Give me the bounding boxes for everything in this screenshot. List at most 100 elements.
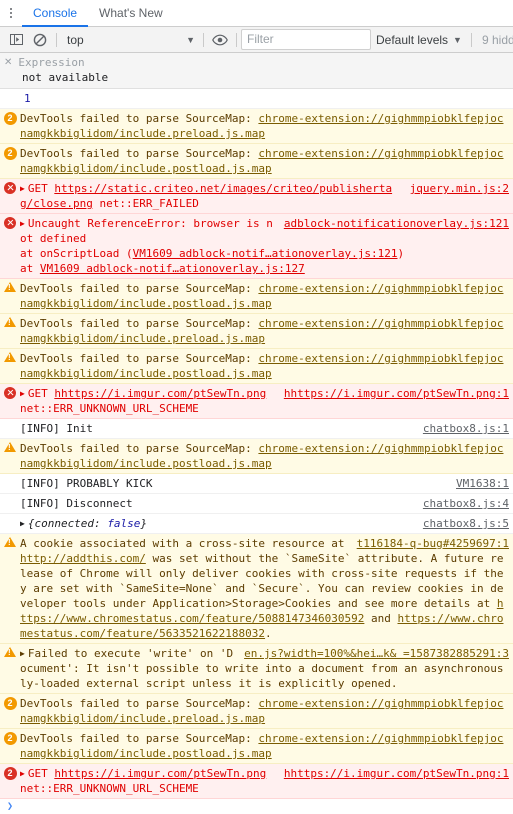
eager-eval-text: not available bbox=[22, 71, 109, 84]
message-body: adblock-notificationoverlay.js:121 ▶ Uncau… bbox=[20, 216, 513, 276]
devtools-tabstrip: Console What's New bbox=[0, 0, 513, 27]
object-value: false bbox=[107, 517, 141, 530]
execution-context-selector[interactable]: top ▼ bbox=[61, 30, 199, 50]
message-text: DevTools failed to parse SourceMap: bbox=[20, 697, 259, 710]
message-icon-gutter: 2 bbox=[0, 766, 20, 780]
message-text: DevTools failed to parse SourceMap: bbox=[20, 352, 259, 365]
console-message: adblock-notificationoverlay.js:121 ▶ Uncau… bbox=[0, 214, 513, 279]
expand-arrow-icon[interactable]: ▶ bbox=[20, 646, 25, 661]
console-message: jquery.min.js:2 ▶ GET https://static.crite… bbox=[0, 179, 513, 214]
object-preview[interactable]: {connected: false} bbox=[28, 517, 147, 530]
message-icon-gutter bbox=[0, 476, 20, 477]
message-icon-gutter bbox=[0, 646, 20, 657]
message-icon-gutter: 2 bbox=[0, 696, 20, 710]
console-sidebar-icon[interactable] bbox=[4, 29, 28, 51]
console-message: chatbox8.js:4 [INFO] Disconnect bbox=[0, 494, 513, 514]
log-levels-dropdown[interactable]: Default levels ▼ bbox=[371, 30, 467, 50]
message-source-anchor[interactable]: chatbox8.js:1 bbox=[423, 421, 509, 436]
warning-triangle-icon bbox=[4, 647, 16, 657]
tab-whats-new[interactable]: What's New bbox=[88, 0, 174, 26]
message-body: DevTools failed to parse SourceMap: chro… bbox=[20, 281, 513, 311]
warning-count-badge: 2 bbox=[3, 732, 17, 745]
message-icon-gutter bbox=[0, 316, 20, 327]
toolbar-divider-3 bbox=[236, 32, 237, 47]
console-message: DevTools failed to parse SourceMap: chro… bbox=[0, 439, 513, 474]
message-icon-gutter bbox=[0, 496, 20, 497]
live-expression-eye-icon[interactable] bbox=[208, 29, 232, 51]
message-text: . bbox=[265, 627, 272, 640]
message-body: hhttps://i.imgur.com/ptSewTn.png:1 ▶ GET h… bbox=[20, 766, 513, 796]
warning-count-badge: 2 bbox=[3, 112, 17, 125]
console-message: DevTools failed to parse SourceMap: chro… bbox=[0, 349, 513, 384]
message-url-link[interactable]: hhttps://i.imgur.com/ptSewTn.png bbox=[54, 387, 266, 400]
message-source-anchor[interactable]: VM1638:1 bbox=[456, 476, 509, 491]
console-message: VM1638:1 [INFO] PROBABLY KICK bbox=[0, 474, 513, 494]
console-message: en.js?width=100%&hei…k& =1587382885291:3… bbox=[0, 644, 513, 694]
message-icon-gutter bbox=[0, 351, 20, 362]
console-message: 2 DevTools failed to parse SourceMap: chr… bbox=[0, 729, 513, 764]
console-message: 2 DevTools failed to parse SourceMap: chr… bbox=[0, 144, 513, 179]
console-message-list: 2 DevTools failed to parse SourceMap: chr… bbox=[0, 109, 513, 799]
message-url-link[interactable]: https://static.criteo.net/images/criteo/… bbox=[20, 182, 392, 210]
stack-frame-link[interactable]: VM1609 adblock-notif…ationoverlay.js:121 bbox=[133, 247, 398, 260]
console-toolbar: top ▼ Default levels ▼ 9 hidden bbox=[0, 27, 513, 53]
message-source-anchor[interactable]: hhttps://i.imgur.com/ptSewTn.png:1 bbox=[284, 766, 509, 781]
expand-arrow-icon[interactable]: ▶ bbox=[20, 516, 25, 531]
message-source-anchor[interactable]: jquery.min.js:2 bbox=[410, 181, 509, 196]
stack-frame-text: at bbox=[20, 262, 40, 275]
stack-frame-text: at onScriptLoad ( bbox=[20, 247, 133, 260]
toolbar-divider-2 bbox=[203, 32, 204, 47]
warning-triangle-icon bbox=[4, 537, 16, 547]
console-prompt-row[interactable]: ❯ bbox=[0, 799, 513, 814]
eager-eval-header: ✕ Expression bbox=[0, 55, 513, 70]
message-source-anchor[interactable]: en.js?width=100%&hei…k& =1587382885291:3 bbox=[244, 646, 509, 661]
message-icon-gutter bbox=[0, 181, 20, 194]
message-icon-gutter: 2 bbox=[0, 146, 20, 160]
message-text: net::ERR_UNKNOWN_URL_SCHEME bbox=[20, 782, 199, 795]
message-icon-gutter bbox=[0, 441, 20, 452]
expand-arrow-icon[interactable]: ▶ bbox=[20, 766, 25, 781]
tab-console-label: Console bbox=[33, 6, 78, 20]
toolbar-divider-4 bbox=[470, 32, 472, 47]
message-source-anchor[interactable]: hhttps://i.imgur.com/ptSewTn.png:1 bbox=[284, 386, 509, 401]
message-body: VM1638:1 [INFO] PROBABLY KICK bbox=[20, 476, 513, 491]
expand-arrow-icon[interactable]: ▶ bbox=[20, 181, 25, 196]
message-text: [INFO] Disconnect bbox=[20, 497, 133, 510]
message-text: net::ERR_FAILED bbox=[92, 197, 199, 210]
message-body: hhttps://i.imgur.com/ptSewTn.png:1 ▶ GET h… bbox=[20, 386, 513, 416]
toolbar-divider-1 bbox=[56, 32, 57, 47]
console-message: t116184-q-bug#4259697:1 A cookie associat… bbox=[0, 534, 513, 644]
message-icon-gutter bbox=[0, 386, 20, 399]
message-source-anchor[interactable]: t116184-q-bug#4259697:1 bbox=[357, 536, 509, 551]
stack-frame-link[interactable]: VM1609 adblock-notif…ationoverlay.js:127 bbox=[40, 262, 305, 275]
message-text: DevTools failed to parse SourceMap: bbox=[20, 317, 259, 330]
clear-console-icon[interactable] bbox=[28, 29, 52, 51]
message-source-anchor[interactable]: chatbox8.js:4 bbox=[423, 496, 509, 511]
message-icon-gutter bbox=[0, 516, 20, 517]
warning-triangle-icon bbox=[4, 352, 16, 362]
tab-console[interactable]: Console bbox=[22, 0, 89, 27]
filter-input[interactable] bbox=[241, 29, 371, 50]
tab-whats-new-label: What's New bbox=[99, 6, 163, 20]
eager-eval-label: Expression bbox=[18, 56, 85, 69]
message-url-link[interactable]: http://addthis.com/ bbox=[20, 552, 146, 565]
message-icon-gutter: 2 bbox=[0, 731, 20, 745]
message-url-link[interactable]: hhttps://i.imgur.com/ptSewTn.png bbox=[54, 767, 266, 780]
expand-arrow-icon[interactable]: ▶ bbox=[20, 216, 25, 231]
message-body: DevTools failed to parse SourceMap: chro… bbox=[20, 351, 513, 381]
close-icon[interactable]: ✕ bbox=[4, 55, 12, 70]
warning-triangle-icon bbox=[4, 282, 16, 292]
console-message: chatbox8.js:1 [INFO] Init bbox=[0, 419, 513, 439]
stack-frame-text: ) bbox=[397, 247, 405, 260]
expand-arrow-icon[interactable]: ▶ bbox=[20, 386, 25, 401]
kebab-menu-icon[interactable] bbox=[0, 0, 22, 26]
warning-triangle-icon bbox=[4, 442, 16, 452]
message-source-anchor[interactable]: chatbox8.js:5 bbox=[423, 516, 509, 531]
message-text: net::ERR_UNKNOWN_URL_SCHEME bbox=[20, 402, 199, 415]
message-source-anchor[interactable]: adblock-notificationoverlay.js:121 bbox=[284, 216, 509, 231]
console-message: 2 DevTools failed to parse SourceMap: chr… bbox=[0, 109, 513, 144]
stack-frame: at VM1609 adblock-notif…ationoverlay.js:… bbox=[20, 261, 509, 276]
message-text: [INFO] Init bbox=[20, 422, 93, 435]
message-body: DevTools failed to parse SourceMap: chro… bbox=[20, 696, 513, 726]
message-text: and bbox=[364, 612, 398, 625]
